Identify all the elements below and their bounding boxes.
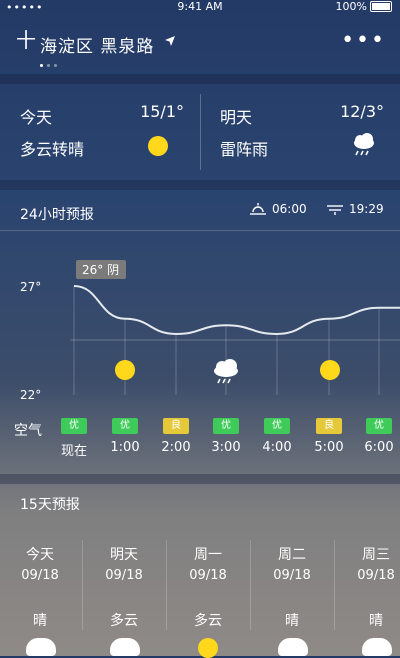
day-column[interactable]: 周一 09/18 多云 <box>168 540 248 658</box>
sun-icon <box>320 360 340 380</box>
section-divider <box>0 180 400 190</box>
day-date: 09/18 <box>189 568 227 583</box>
day-name: 周一 <box>194 547 222 563</box>
location-title[interactable]: 海淀区 黑泉路 <box>40 32 154 57</box>
page-indicator <box>40 64 57 67</box>
weather-desc: 多云转晴 <box>20 140 85 159</box>
hour-label: 2:00 <box>161 440 191 455</box>
day-date: 09/18 <box>105 568 143 583</box>
cloud-icon <box>362 638 392 656</box>
day-weather: 晴 <box>285 613 299 629</box>
hour-label: 5:00 <box>314 440 344 455</box>
aqi-badge: 优 <box>264 418 290 434</box>
thunder-rain-icon <box>354 133 374 156</box>
day-column[interactable]: 今天 09/18 晴 <box>0 540 80 656</box>
day-weather: 多云 <box>110 613 138 629</box>
fifteen-day-forecast: 15天预报 今天 09/18 晴 明天 09/18 多云 周一 09/18 多云 周二 09/18 晴… <box>0 480 400 658</box>
column-divider <box>334 540 335 630</box>
aqi-badge: 良 <box>163 418 189 434</box>
daily-summary: 今天 15/1° 多云转晴 明天 12/3° 雷阵雨 <box>0 84 400 180</box>
hour-label: 3:00 <box>211 440 241 455</box>
aqi-badge: 优 <box>213 418 239 434</box>
weather-desc: 雷阵雨 <box>220 140 269 159</box>
aqi-badge: 良 <box>316 418 342 434</box>
more-menu-button[interactable]: ••• <box>341 28 386 53</box>
temp-range: 12/3° <box>340 102 384 121</box>
hour-label: 现在 <box>60 444 87 459</box>
aqi-badge: 优 <box>61 418 87 434</box>
today-card[interactable]: 今天 15/1° 多云转晴 <box>0 84 200 180</box>
tomorrow-card[interactable]: 明天 12/3° 雷阵雨 <box>200 84 400 180</box>
day-weather: 多云 <box>194 613 222 629</box>
location-header: 十 海淀区 黑泉路 ••• <box>0 24 400 64</box>
temperature-line <box>73 285 400 335</box>
day-weather: 晴 <box>369 613 383 629</box>
cloud-icon <box>110 638 140 656</box>
add-city-button[interactable]: 十 <box>16 30 36 50</box>
aqi-label: 空气 <box>14 423 42 439</box>
battery-percent: 100% <box>335 0 367 13</box>
cloud-icon <box>278 638 308 656</box>
battery-icon <box>370 1 392 12</box>
day-date: 09/18 <box>273 568 311 583</box>
day-weather: 晴 <box>33 613 47 629</box>
location-arrow-icon <box>165 36 175 46</box>
column-divider <box>250 540 251 630</box>
status-bar: ••••• 9:41 AM 100% <box>0 0 400 14</box>
sun-icon <box>198 638 218 658</box>
day-name: 明天 <box>110 547 138 563</box>
chart-grid <box>70 286 400 395</box>
tooltip-text: 26° 阴 <box>82 263 119 277</box>
day-name: 明天 <box>220 108 253 127</box>
column-divider <box>82 540 83 630</box>
hour-label: 6:00 <box>364 440 394 455</box>
day-column[interactable]: 明天 09/18 多云 <box>84 540 164 656</box>
hourly-forecast: 24小时预报 06:00 19:29 27° 22° 26° 阴 空气 优 现在… <box>0 190 400 480</box>
hover-tooltip: 26° 阴 <box>76 260 126 279</box>
day-date: 09/18 <box>357 568 395 583</box>
temperature-chart: 27° 22° 26° 阴 <box>20 260 400 402</box>
day-column[interactable]: 周二 09/18 晴 <box>252 540 332 656</box>
page-dot-active <box>40 64 43 67</box>
page-dot <box>54 64 57 67</box>
day-date: 09/18 <box>21 568 59 583</box>
hour-label: 1:00 <box>110 440 140 455</box>
day-name: 周二 <box>278 547 306 563</box>
sun-icon <box>148 136 168 156</box>
cloud-icon <box>26 638 56 656</box>
day-name: 今天 <box>26 547 54 563</box>
column-divider <box>166 540 167 630</box>
hour-label: 4:00 <box>262 440 292 455</box>
daily-title: 15天预报 <box>20 497 80 513</box>
y-tick-label: 27° <box>20 280 41 294</box>
battery-indicator: 100% <box>336 0 392 13</box>
y-tick-label: 22° <box>20 388 41 402</box>
day-name: 周三 <box>362 547 390 563</box>
page-dot <box>47 64 50 67</box>
aqi-badge: 优 <box>366 418 392 434</box>
sun-icon <box>115 360 135 380</box>
day-name: 今天 <box>20 108 53 127</box>
aqi-badge: 优 <box>112 418 138 434</box>
section-divider <box>0 74 400 84</box>
temp-range: 15/1° <box>140 102 184 121</box>
day-column[interactable]: 周三 09/18 晴 <box>336 540 400 656</box>
